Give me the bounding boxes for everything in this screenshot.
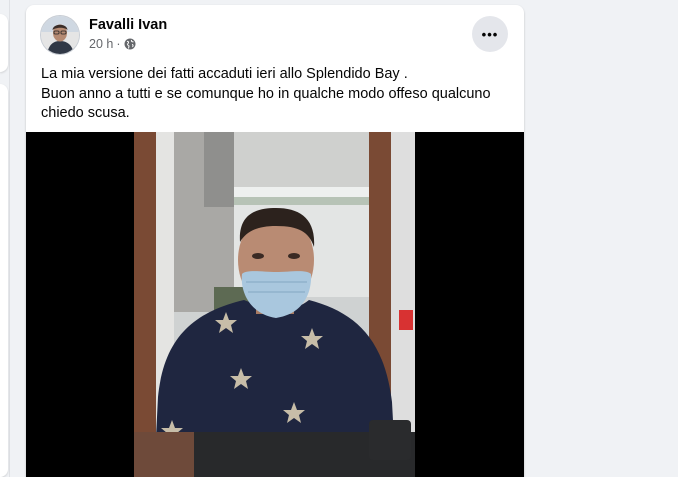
avatar-photo-icon [41,16,79,54]
post-time[interactable]: 20 h [89,37,113,51]
facebook-post-card: Favalli Ivan 20 h · ••• La mia versione … [26,5,524,477]
post-text: La mia versione dei fatti accaduti ieri … [41,65,511,124]
post-text-line: La mia versione dei fatti accaduti ieri … [41,66,408,82]
video-still-image [134,132,415,477]
post-text-line: Buon anno a tutti e se comunque ho in qu… [41,85,491,102]
post-header: Favalli Ivan 20 h · ••• [26,5,524,61]
author-avatar[interactable] [41,16,79,54]
video-player[interactable] [26,132,524,477]
more-options-icon: ••• [481,26,499,42]
meta-separator: · [116,37,121,51]
more-options-button[interactable]: ••• [472,16,508,52]
post-text-line: chiedo scusa. [41,105,130,121]
author-name[interactable]: Favalli Ivan [89,17,167,33]
previous-card-edge [0,14,8,72]
video-frame[interactable] [134,132,415,477]
previous-card-edge-lower [0,84,8,477]
post-meta: 20 h · [89,37,136,51]
globe-icon[interactable] [124,38,136,50]
